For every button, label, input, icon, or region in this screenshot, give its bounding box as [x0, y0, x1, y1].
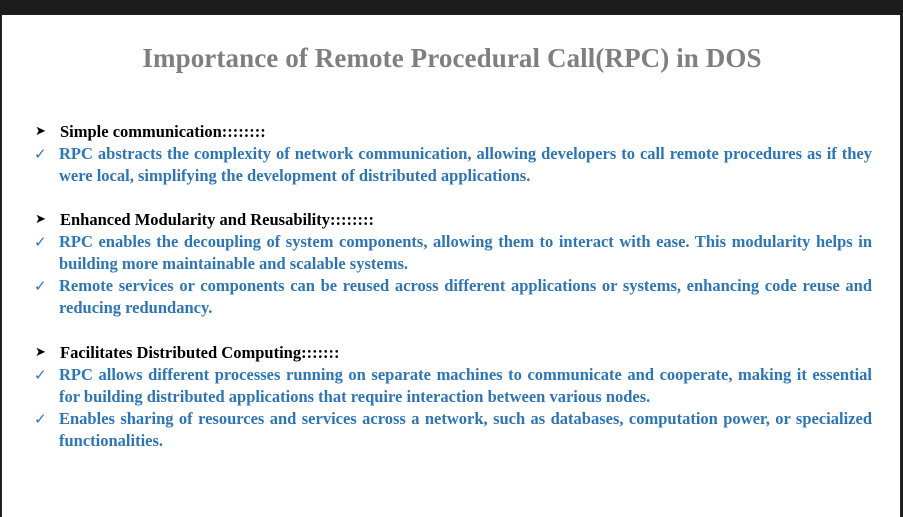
bullet-point-text: Remote services or components can be reu… — [59, 276, 872, 317]
checkmark-icon: ✓ — [34, 277, 47, 295]
bullet-point-text: RPC allows different processes running o… — [59, 365, 872, 406]
checkmark-icon: ✓ — [34, 366, 47, 384]
window-top-bar — [0, 0, 903, 15]
slide-title: Importance of Remote Procedural Call(RPC… — [142, 43, 762, 73]
presentation-slide: Importance of Remote Procedural Call(RPC… — [1, 15, 901, 517]
section-modularity-reusability: ➤ Enhanced Modularity and Reusability:::… — [34, 209, 872, 319]
bullet-point: ✓ Enables sharing of resources and servi… — [34, 408, 872, 452]
arrowhead-bullet-icon: ➤ — [35, 212, 46, 227]
section-heading: ➤ Enhanced Modularity and Reusability:::… — [34, 209, 872, 231]
section-simple-communication: ➤ Simple communication:::::::: ✓ RPC abs… — [34, 121, 872, 187]
section-heading: ➤ Facilitates Distributed Computing:::::… — [34, 342, 872, 364]
checkmark-icon: ✓ — [34, 233, 47, 251]
bullet-point: ✓ RPC enables the decoupling of system c… — [34, 231, 872, 275]
section-heading: ➤ Simple communication:::::::: — [34, 121, 872, 143]
arrowhead-bullet-icon: ➤ — [35, 124, 46, 139]
bullet-point: ✓ RPC abstracts the complexity of networ… — [34, 143, 872, 187]
section-heading-text: Enhanced Modularity and Reusability:::::… — [60, 210, 374, 229]
slide-content: ➤ Simple communication:::::::: ✓ RPC abs… — [34, 121, 872, 452]
checkmark-icon: ✓ — [34, 145, 47, 163]
section-heading-text: Facilitates Distributed Computing::::::: — [60, 343, 340, 362]
arrowhead-bullet-icon: ➤ — [35, 345, 46, 360]
bullet-point-text: Enables sharing of resources and service… — [59, 409, 872, 450]
bullet-point-text: RPC abstracts the complexity of network … — [59, 144, 872, 185]
bullet-point: ✓ Remote services or components can be r… — [34, 275, 872, 319]
section-heading-text: Simple communication:::::::: — [60, 122, 266, 141]
bullet-point-text: RPC enables the decoupling of system com… — [59, 232, 872, 273]
checkmark-icon: ✓ — [34, 410, 47, 428]
section-distributed-computing: ➤ Facilitates Distributed Computing:::::… — [34, 342, 872, 452]
bullet-point: ✓ RPC allows different processes running… — [34, 364, 872, 408]
